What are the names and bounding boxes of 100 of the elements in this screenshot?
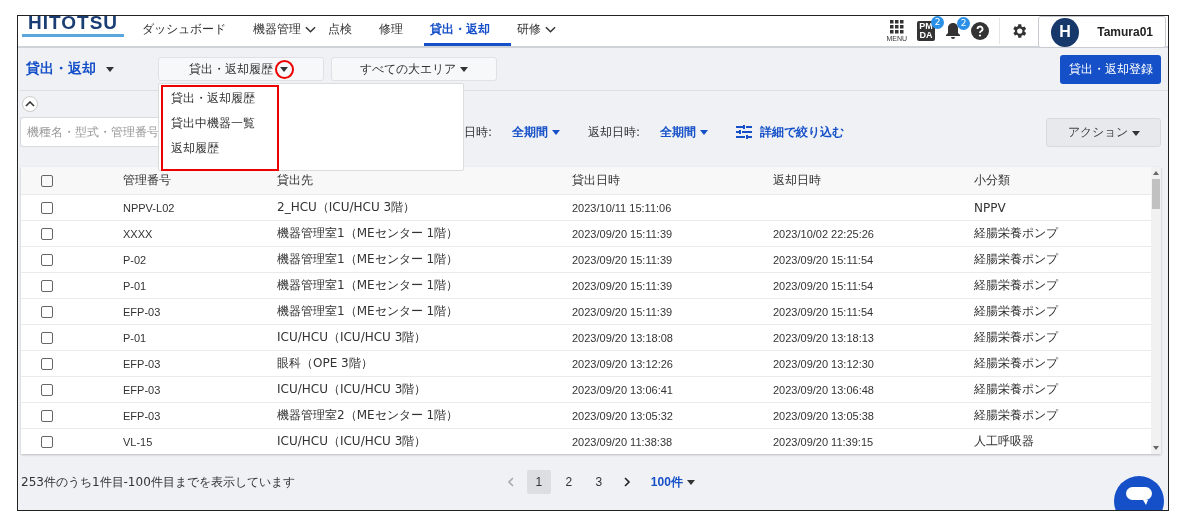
row-checkbox[interactable] [41, 253, 53, 266]
table-cell: VL-15 [123, 435, 153, 448]
table-cell: 2023/09/20 15:11:39 [572, 279, 673, 292]
page-button[interactable]: 2 [556, 470, 581, 494]
column-header: 貸出先 [277, 173, 313, 187]
register-button[interactable]: 貸出・返却登録 [1060, 54, 1161, 84]
table-cell: ICU/HCU（ICU/HCU 3階） [277, 382, 427, 396]
table-cell: 2023/09/20 13:12:26 [572, 357, 673, 370]
logo[interactable]: HITOTSU [22, 16, 125, 37]
table-cell: 機器管理室1（MEセンター 1階） [277, 226, 459, 240]
column-header: 管理番号 [123, 173, 171, 187]
table-cell: XXXX [123, 227, 153, 240]
sliders-icon [736, 125, 753, 139]
table-cell: 経腸栄養ポンプ [974, 278, 1058, 292]
table-cell: 2023/10/11 15:11:06 [572, 201, 672, 214]
table-cell: 人工呼吸器 [974, 434, 1034, 448]
table-cell: 2023/09/20 15:11:54 [773, 279, 874, 292]
menu-item[interactable]: 返却履歴 [171, 136, 219, 161]
table-cell: 2023/10/02 22:25:26 [773, 227, 874, 240]
table-cell: 2023/09/20 15:11:39 [572, 227, 673, 240]
table-cell: 2023/09/20 11:39:15 [773, 435, 874, 448]
help-icon[interactable] [971, 22, 989, 40]
chevron-up-icon [25, 100, 35, 107]
nav-tab[interactable]: 貸出・返却 [424, 16, 512, 46]
menu-item[interactable]: 貸出中機器一覧 [171, 111, 255, 136]
table-cell: ICU/HCU（ICU/HCU 3階） [277, 434, 427, 448]
table-cell: 2023/09/20 15:11:54 [773, 305, 874, 318]
table-cell: 2023/09/20 13:05:32 [572, 409, 673, 422]
speech-bubble-icon [1125, 485, 1153, 507]
page-size-dropdown[interactable]: 100件 [642, 473, 695, 491]
page-title-dropdown[interactable]: 貸出・返却 [20, 60, 158, 78]
table-cell: 経腸栄養ポンプ [974, 304, 1058, 318]
action-dropdown[interactable]: アクション [1046, 117, 1161, 147]
table-cell: 眼科（OPE 3階） [277, 356, 373, 370]
collapse-button[interactable] [22, 95, 38, 112]
table-cell: 2023/09/20 11:38:38 [572, 435, 673, 448]
table-cell: NPPV [974, 200, 1006, 215]
table-cell: P-02 [123, 253, 147, 266]
page-button[interactable]: 1 [526, 470, 551, 494]
table-cell: 2023/09/20 13:18:13 [773, 331, 874, 344]
filter-label: 返却日時: [588, 123, 641, 141]
filter-label: 日時: [464, 123, 493, 141]
table-cell: 2023/09/20 15:11:39 [572, 305, 673, 318]
table-cell: 機器管理室1（MEセンター 1階） [277, 278, 459, 292]
row-checkbox[interactable] [41, 435, 53, 448]
table-cell: 2023/09/20 13:12:30 [773, 357, 874, 370]
nav-tab[interactable]: 点検 [322, 16, 374, 46]
table-cell: EFP-03 [123, 357, 161, 370]
row-checkbox[interactable] [41, 201, 53, 214]
next-page-icon[interactable] [622, 477, 631, 487]
table-cell: P-01 [123, 279, 147, 292]
row-checkbox[interactable] [41, 357, 53, 370]
table-cell: 経腸栄養ポンプ [974, 408, 1058, 422]
column-header: 貸出日時 [572, 173, 620, 187]
view-select[interactable]: 貸出・返却履歴 [158, 57, 324, 81]
nav-tab[interactable]: 機器管理 [247, 16, 323, 46]
column-header: 小分類 [974, 173, 1010, 187]
table-cell: 機器管理室2（MEセンター 1階） [277, 408, 459, 422]
table-cell: NPPV-L02 [123, 201, 175, 214]
table-cell: 2_HCU（ICU/HCU 3階） [277, 200, 416, 214]
table-cell: 経腸栄養ポンプ [974, 356, 1058, 370]
row-checkbox[interactable] [41, 331, 53, 344]
table-cell: P-01 [123, 331, 147, 344]
detail-filter-button[interactable]: 詳細で絞り込む [736, 123, 845, 141]
table-cell: EFP-03 [123, 409, 161, 422]
area-select[interactable]: すべての大エリア [331, 57, 497, 81]
count-badge: 2 [957, 17, 970, 30]
nav-tab[interactable]: 修理 [373, 16, 425, 46]
column-header: 返却日時 [773, 173, 821, 187]
row-checkbox[interactable] [41, 409, 53, 422]
table-cell: EFP-03 [123, 383, 161, 396]
table-cell: 経腸栄養ポンプ [974, 252, 1058, 266]
menu-item[interactable]: 貸出・返却履歴 [171, 86, 255, 111]
table-cell: 2023/09/20 15:11:54 [773, 253, 874, 266]
table-cell: 2023/09/20 13:18:08 [572, 331, 673, 344]
page-button[interactable]: 3 [586, 470, 611, 494]
count-badge: 2 [931, 16, 944, 29]
row-checkbox[interactable] [41, 279, 53, 292]
date-filter-dropdown[interactable]: 全期間 [660, 123, 709, 141]
row-checkbox[interactable] [41, 305, 53, 318]
row-checkbox[interactable] [41, 383, 53, 396]
date-filter-dropdown[interactable]: 全期間 [512, 123, 561, 141]
table-cell: 2023/09/20 13:06:41 [572, 383, 673, 396]
nav-tab[interactable]: ダッシュボード [136, 16, 248, 46]
user-menu-button[interactable]: H Tamura01 [1038, 16, 1166, 48]
bell-icon[interactable] [945, 22, 961, 40]
nav-tab[interactable]: 研修 [511, 16, 563, 46]
table-cell: 機器管理室1（MEセンター 1階） [277, 304, 459, 318]
highlight-circle [274, 59, 294, 79]
row-checkbox[interactable] [41, 227, 53, 240]
table-cell: EFP-03 [123, 305, 161, 318]
table-cell: 2023/09/20 13:06:48 [773, 383, 874, 396]
avatar: H [1051, 17, 1080, 47]
pmda-icon[interactable]: PMDA [917, 21, 935, 41]
table-cell: ICU/HCU（ICU/HCU 3階） [277, 330, 427, 344]
result-summary: 253件のうち1件目-100件目までを表示しています [21, 473, 295, 491]
table-cell: 経腸栄養ポンプ [974, 330, 1058, 344]
select-all-checkbox[interactable] [41, 174, 53, 187]
scrollbar[interactable] [1151, 167, 1161, 454]
table-cell: 2023/09/20 13:05:38 [773, 409, 874, 422]
